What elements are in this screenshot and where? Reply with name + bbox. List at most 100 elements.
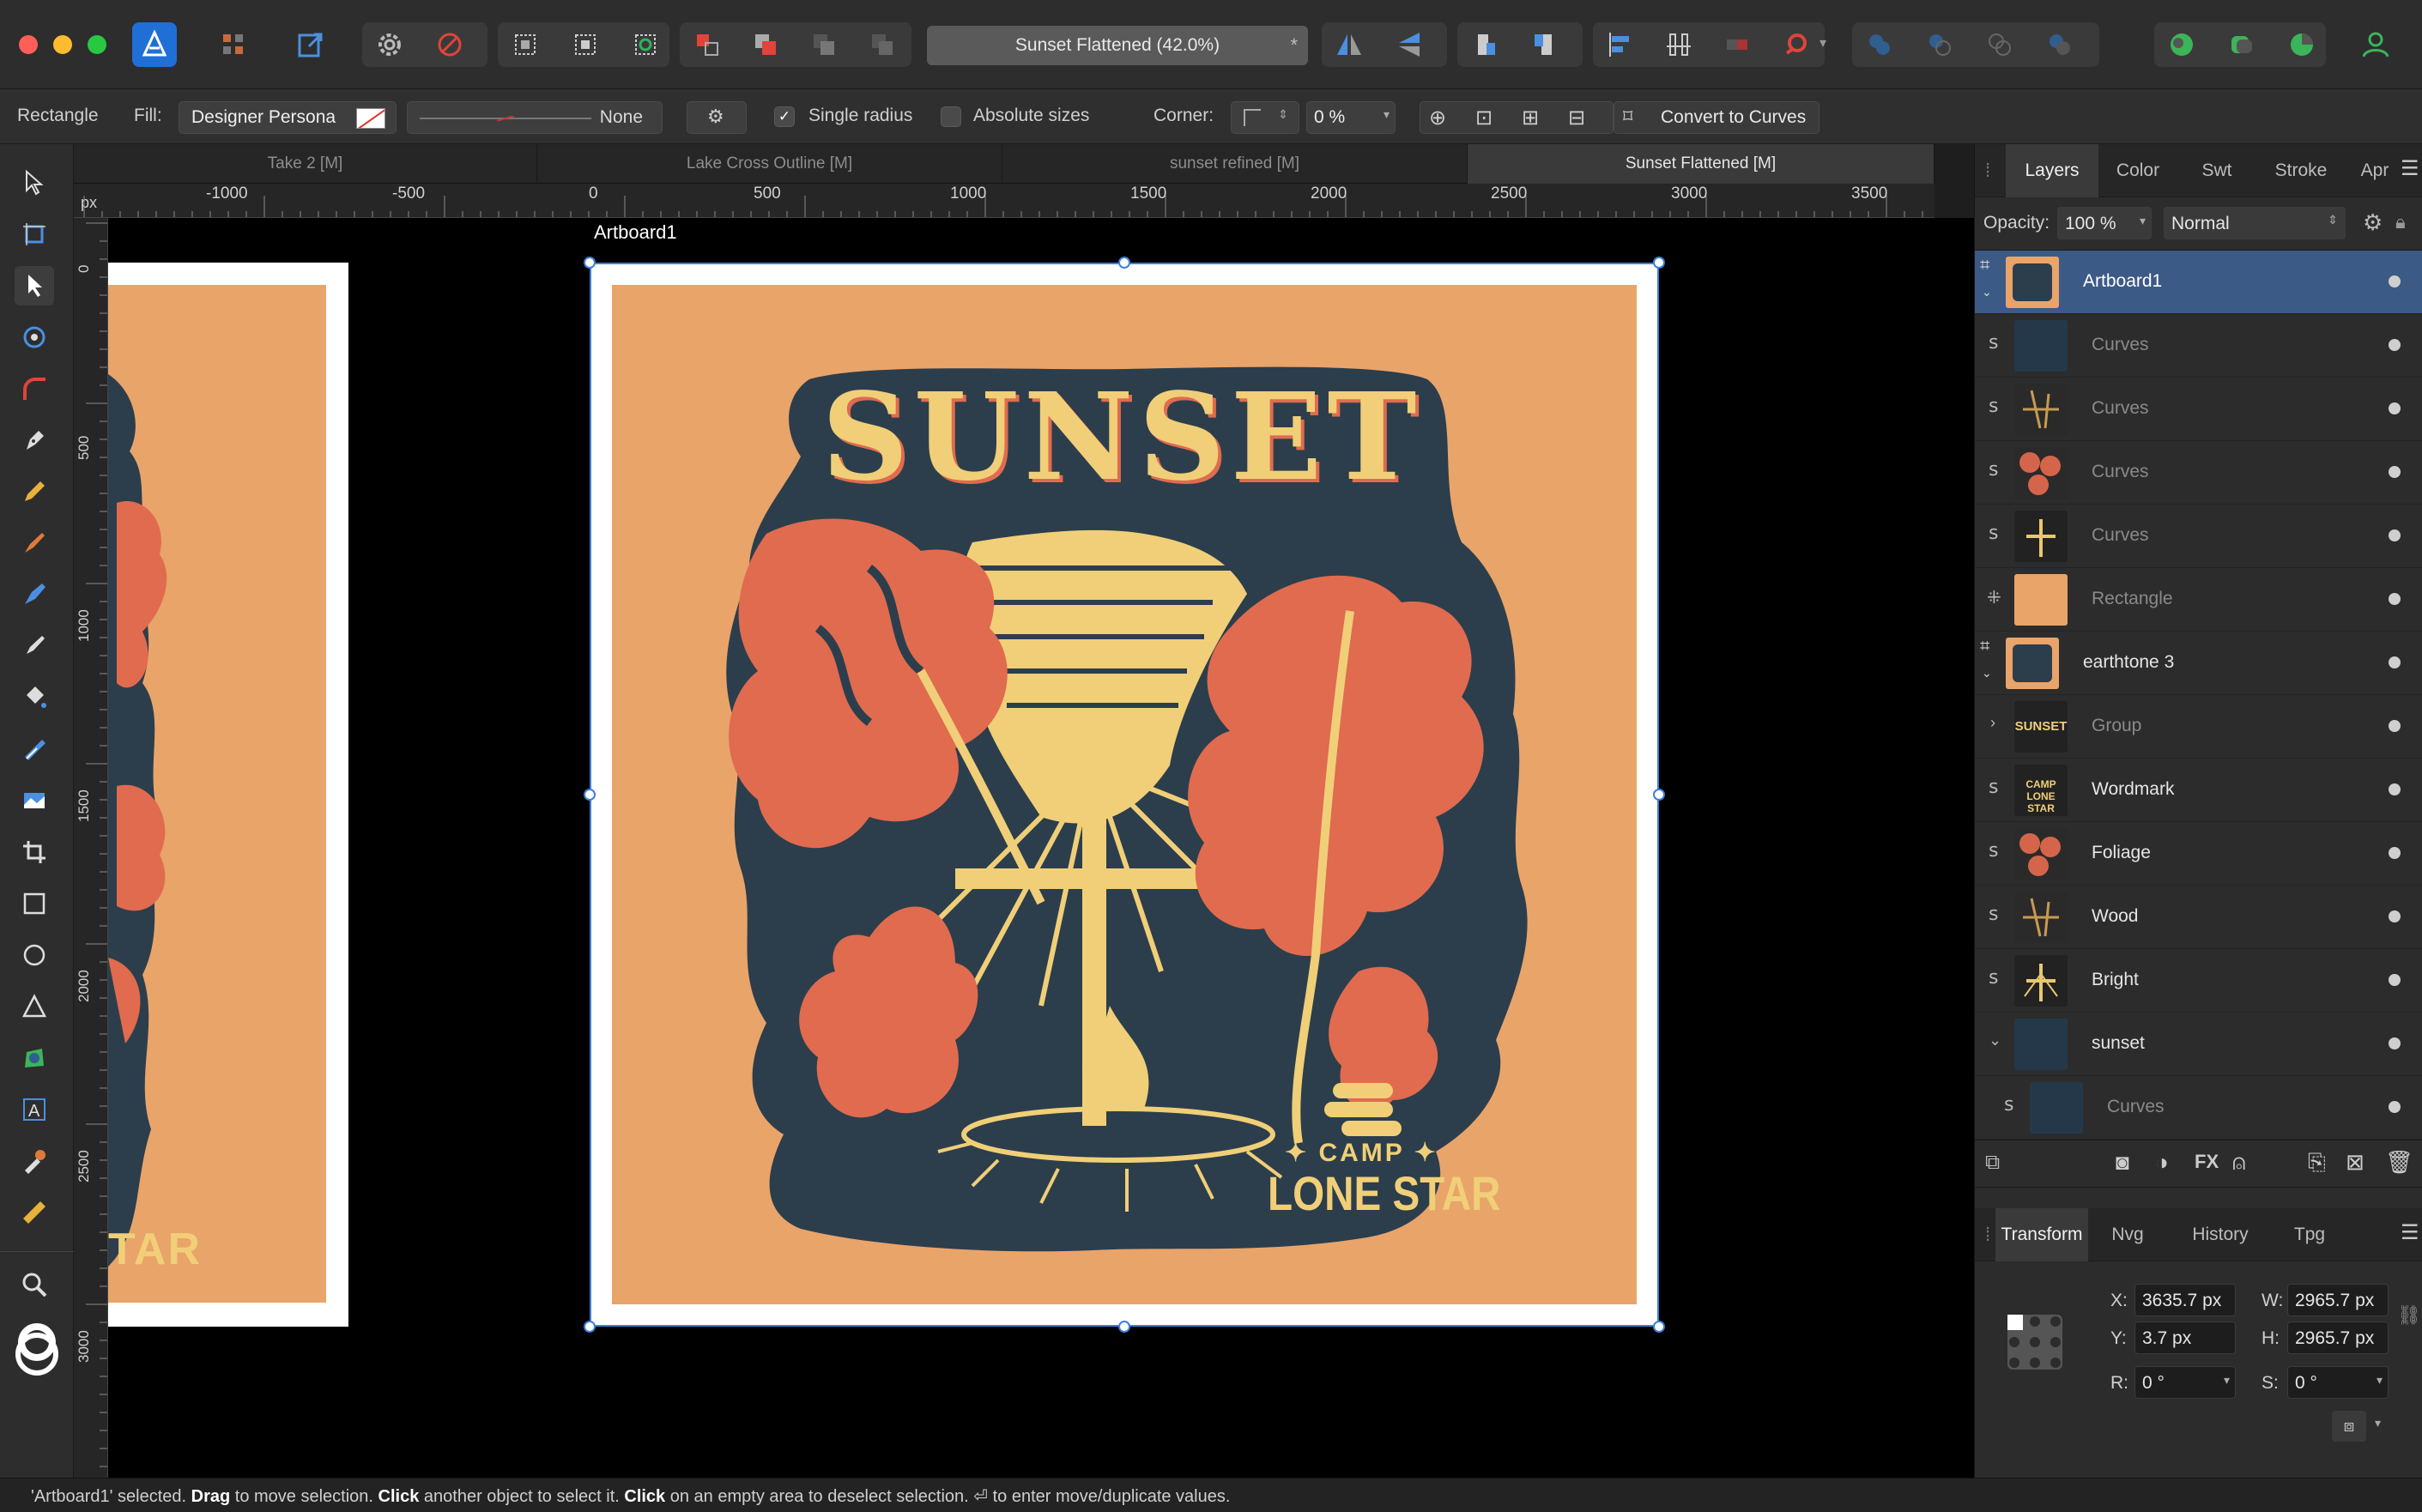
close-window-button[interactable] <box>19 35 38 54</box>
panel-grip-icon[interactable]: ⁞ <box>1985 160 1990 182</box>
measure-tool-icon[interactable] <box>15 1193 54 1232</box>
move-to-back-icon[interactable] <box>685 22 730 67</box>
panel-menu-icon[interactable]: ☰ <box>2401 156 2419 181</box>
spread-icon[interactable]: ⊞ <box>1522 106 1539 130</box>
align-center-icon[interactable]: ⊡ <box>1475 106 1493 130</box>
resize-handle-right[interactable] <box>1653 789 1665 801</box>
add-layer-icon[interactable]: ⎘ <box>2308 1149 2326 1176</box>
pencil-tool-icon[interactable] <box>15 472 54 511</box>
vector-flood-fill-icon[interactable] <box>15 575 54 614</box>
chevron-right-icon[interactable]: › <box>1990 714 1995 732</box>
layer-copy-icon[interactable]: ⧉ <box>1985 1151 2000 1175</box>
tab-lake-cross-outline[interactable]: Lake Cross Outline [M] <box>537 144 1002 184</box>
absolute-sizes-checkbox[interactable] <box>941 106 961 127</box>
resize-handle-bottom-right[interactable] <box>1653 1321 1665 1333</box>
anchor-point-selector[interactable] <box>2001 1308 2069 1376</box>
place-image-tool-icon[interactable] <box>15 781 54 820</box>
effects-icon[interactable]: FX <box>2195 1151 2219 1173</box>
visibility-dot[interactable] <box>2389 783 2401 795</box>
export-persona-icon[interactable] <box>288 22 333 67</box>
invert-selection-icon[interactable] <box>623 22 668 67</box>
layer-row-curves[interactable]: ꜱ Curves <box>1975 441 2422 505</box>
transform-origin-icon[interactable]: ⊕ <box>1429 106 1446 130</box>
rotate-left-icon[interactable] <box>1462 22 1507 67</box>
vertical-ruler[interactable]: 0 500 1000 1500 2000 2500 3000 <box>74 218 108 1478</box>
layer-row-wood[interactable]: ꜱ Wood <box>1975 886 2422 949</box>
ellipse-tool-icon[interactable] <box>15 935 54 975</box>
visibility-dot[interactable] <box>2389 1101 2401 1113</box>
stroke-settings-button[interactable]: ⚙ <box>687 101 747 134</box>
subtract-icon[interactable] <box>1917 22 1962 67</box>
chevron-down-icon[interactable]: ▾ <box>2375 1416 2381 1430</box>
layer-row-sunset[interactable]: ⌄ sunset <box>1975 1013 2422 1076</box>
add-pixel-layer-icon[interactable]: ⊠ <box>2346 1149 2364 1176</box>
grid-icon[interactable]: ⊟ <box>1568 106 1585 130</box>
visibility-dot[interactable] <box>2389 593 2401 605</box>
live-filter-icon[interactable]: ⍝ <box>2232 1149 2246 1176</box>
vector-brush-tool-icon[interactable] <box>15 523 54 563</box>
preferences-icon[interactable] <box>2280 22 2324 67</box>
y-field[interactable]: 3.7 px <box>2134 1321 2236 1354</box>
layer-row-rectangle[interactable]: ⁜ Rectangle <box>1975 568 2422 632</box>
layer-row-curves[interactable]: ꜱ Curves <box>1975 378 2422 441</box>
align-icon[interactable] <box>1598 22 1643 67</box>
divide-icon[interactable] <box>2038 22 2082 67</box>
tab-navigator[interactable]: Nvg <box>2088 1208 2167 1261</box>
layer-row-wordmark[interactable]: ꜱ CAMP LONE STAR Wordmark <box>1975 759 2422 822</box>
tab-appearance[interactable]: Apr <box>2346 144 2404 197</box>
chevron-down-icon[interactable]: ▾ <box>1820 34 1826 51</box>
resize-handle-top-right[interactable] <box>1653 257 1665 269</box>
layer-row-curves[interactable]: ꜱ Curves <box>1975 314 2422 378</box>
resize-handle-left[interactable] <box>584 789 596 801</box>
visibility-dot[interactable] <box>2389 1037 2401 1049</box>
layer-row-bright[interactable]: ꜱ Bright <box>1975 949 2422 1013</box>
geometry-icon[interactable] <box>1715 22 1759 67</box>
visibility-dot[interactable] <box>2389 847 2401 859</box>
visibility-dot[interactable] <box>2389 656 2401 668</box>
pen-tool-icon[interactable] <box>15 420 54 460</box>
link-proportions-icon[interactable]: ⛓ <box>2397 1304 2421 1327</box>
color-picker-tool-icon[interactable] <box>15 1141 54 1181</box>
artboard-label[interactable]: Artboard1 <box>594 221 677 244</box>
node-tool-icon[interactable] <box>15 266 54 305</box>
tab-sunset-refined[interactable]: sunset refined [M] <box>1002 144 1468 184</box>
gradient-tool-icon[interactable] <box>15 729 54 769</box>
blend-mode-dropdown[interactable]: Normal ⇕ <box>2164 207 2346 239</box>
x-field[interactable]: 3635.7 px <box>2134 1284 2236 1316</box>
visibility-dot[interactable] <box>2389 339 2401 351</box>
corner-percent-field[interactable]: 0 % ▾ <box>1306 101 1396 134</box>
layer-row-earthtone-3[interactable]: ⌗ ⌄ earthtone 3 <box>1975 632 2422 695</box>
delete-layer-icon[interactable]: 🗑︎ <box>2385 1149 2413 1176</box>
settings-gear-icon[interactable] <box>367 22 412 67</box>
paint-brush-tool-icon[interactable] <box>15 626 54 666</box>
tab-swatches[interactable]: Swt <box>2177 144 2256 197</box>
text-tool-icon[interactable]: A <box>15 1090 54 1129</box>
pixel-persona-icon[interactable] <box>211 22 256 67</box>
chevron-down-icon[interactable]: ⌄ <box>1982 285 1992 299</box>
add-mask-icon[interactable]: ◙ <box>2116 1149 2129 1176</box>
intersect-icon[interactable] <box>1977 22 2022 67</box>
layer-row-foliage[interactable]: ꜱ Foliage <box>1975 822 2422 886</box>
deselect-icon[interactable] <box>563 22 608 67</box>
crop-tool-icon[interactable] <box>15 832 54 872</box>
corner-type-dropdown[interactable]: ⇕ <box>1231 101 1299 134</box>
tab-sunset-flattened[interactable]: Sunset Flattened [M] <box>1468 144 1935 184</box>
layer-row-group[interactable]: › SUNSET Group <box>1975 695 2422 759</box>
resize-handle-bottom-left[interactable] <box>584 1321 596 1333</box>
corner-tool-icon[interactable] <box>15 369 54 408</box>
tab-color[interactable]: Color <box>2098 144 2177 197</box>
document-title[interactable]: Sunset Flattened (42.0%) * <box>927 26 1308 65</box>
move-tool-icon[interactable] <box>15 163 54 203</box>
visibility-dot[interactable] <box>2389 402 2401 414</box>
triangle-tool-icon[interactable] <box>15 987 54 1026</box>
tab-typography[interactable]: Tpg <box>2274 1208 2346 1261</box>
shear-field[interactable]: 0 ° ▾ <box>2287 1366 2389 1399</box>
panel-grip-icon[interactable]: ⁞ <box>1985 1224 1990 1246</box>
assistant-icon[interactable] <box>2159 22 2204 67</box>
layer-row-curves[interactable]: ꜱ Curves <box>1975 505 2422 568</box>
lock-icon[interactable]: 🔒︎ <box>2395 211 2406 233</box>
tab-history[interactable]: History <box>2167 1208 2274 1261</box>
visibility-dot[interactable] <box>2389 529 2401 541</box>
layer-settings-gear-icon[interactable]: ⚙ <box>2363 209 2383 236</box>
minimize-window-button[interactable] <box>53 35 72 54</box>
